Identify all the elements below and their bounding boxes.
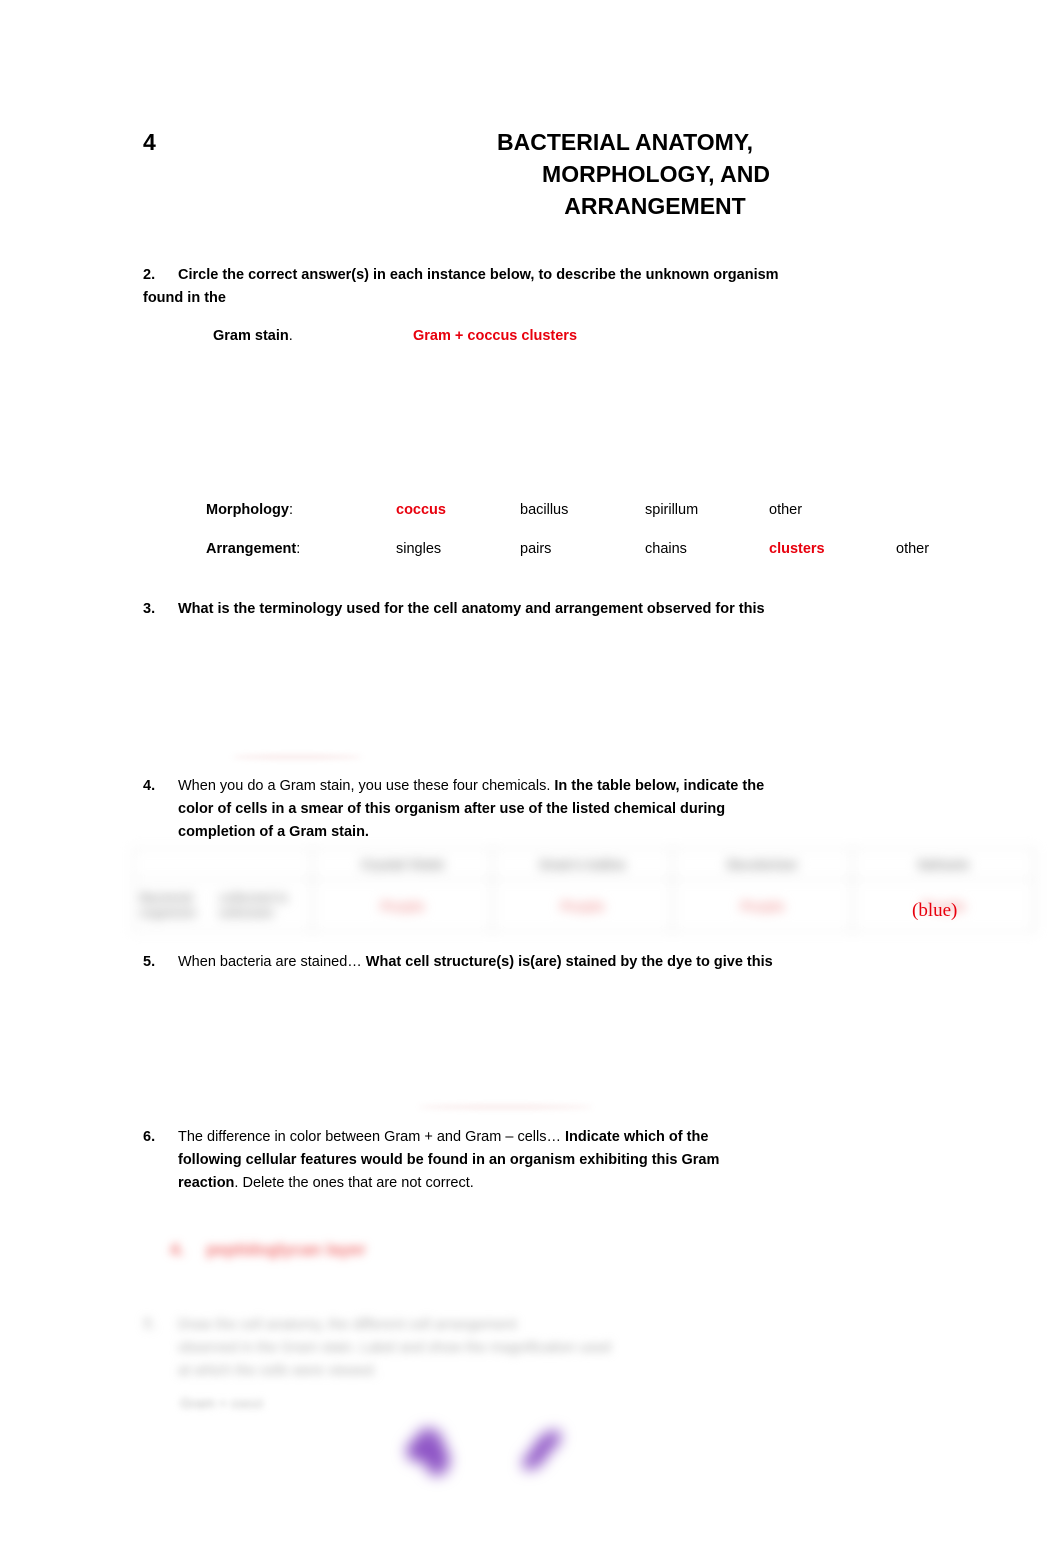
page-title: BACTERIAL ANATOMY, MORPHOLOGY, AND ARRAN… xyxy=(315,126,935,222)
question-4-text-bold-1: In the table below, indicate the xyxy=(554,778,765,794)
cell-cluster-blob-3 xyxy=(406,1440,428,1462)
table-header-spacer xyxy=(1035,848,1058,880)
arrangement-option-other[interactable]: other xyxy=(896,538,929,561)
question-4-text-normal: When you do a Gram stain, you use these … xyxy=(178,778,551,794)
question-6-text-bold-2: following cellular features would be fou… xyxy=(178,1152,720,1168)
arrangement-option-chains[interactable]: chains xyxy=(645,538,687,561)
table-cell-decolorizer: Purple xyxy=(673,880,853,932)
question-5-text-bold: What cell structure(s) is(are) stained b… xyxy=(365,954,773,970)
gram-stain-label-suffix: . xyxy=(288,328,293,344)
arrangement-option-singles[interactable]: singles xyxy=(396,538,441,561)
title-line-2: MORPHOLOGY, AND xyxy=(542,161,770,187)
faint-smudge-above-q4 xyxy=(232,755,362,759)
title-line-1: BACTERIAL ANATOMY, xyxy=(497,129,753,155)
question-7-line2: observed in the Gram stain. Label and sh… xyxy=(178,1340,611,1356)
q6-answer-marker: 4. xyxy=(170,1240,185,1259)
question-5-number: 5. xyxy=(143,954,156,970)
question-4: 4. When you do a Gram stain, you use the… xyxy=(143,775,963,844)
question-7-blurred: 7. Draw the cell anatomy, the different … xyxy=(143,1314,903,1383)
question-6-body: The difference in color between Gram + a… xyxy=(178,1126,903,1195)
question-2-text-line1: Circle the correct answer(s) in each ins… xyxy=(178,267,779,283)
question-4-line3: completion of a Gram stain. xyxy=(178,824,369,840)
arrangement-option-clusters[interactable]: clusters xyxy=(769,538,825,561)
table-header-safranin: Safranin xyxy=(853,848,1035,880)
morphology-row: Morphology: coccus bacillus spirillum ot… xyxy=(206,499,1006,538)
table-cell-crystal-violet: Purple xyxy=(313,880,493,932)
question-5: 5. When bacteria are stained… What cell … xyxy=(143,951,973,974)
gram-stain-label: Gram stain xyxy=(213,328,289,344)
question-7-body: Draw the cell anatomy, the different cel… xyxy=(178,1314,903,1383)
morphology-option-spirillum[interactable]: spirillum xyxy=(645,499,698,522)
question-6-answer-blurred: 4. peptidoglycan layer xyxy=(170,1240,366,1260)
blue-annotation: (blue) xyxy=(912,900,958,921)
table-cell-grams-iodine: Purple xyxy=(493,880,673,932)
morphology-label: Morphology: xyxy=(206,502,293,518)
question-6: 6. The difference in color between Gram … xyxy=(143,1126,903,1195)
question-7-line1: Draw the cell anatomy, the different cel… xyxy=(178,1317,517,1333)
question-3: 3. What is the terminology used for the … xyxy=(143,598,973,621)
question-4-line2: color of cells in a smear of this organi… xyxy=(178,801,726,817)
question-7-line3: at which the cells were viewed. xyxy=(178,1363,378,1379)
question-7-number: 7. xyxy=(143,1317,156,1333)
question-5-body: When bacteria are stained… What cell str… xyxy=(178,951,973,974)
morphology-option-coccus[interactable]: coccus xyxy=(396,499,446,522)
table-header-crystal-violet: Crystal Violet xyxy=(313,848,493,880)
q6-answer-text: peptidoglycan layer xyxy=(206,1240,366,1259)
table-row-label: Bacterial organism collected in unknown xyxy=(133,880,313,932)
arrangement-option-pairs[interactable]: pairs xyxy=(520,538,551,561)
arrangement-row: Arrangement: singles pairs chains cluste… xyxy=(206,538,1006,577)
table-header-decolorizer: Decolorizer xyxy=(673,848,853,880)
question-2-body: Circle the correct answer(s) in each ins… xyxy=(143,264,943,348)
gram-stain-answer: Gram + coccus clusters xyxy=(413,328,578,344)
table-header-blank xyxy=(133,848,313,880)
drawing-caption-blurred: Gram + cocci xyxy=(180,1395,263,1411)
faint-smudge-above-q6 xyxy=(418,1105,593,1109)
question-3-number: 3. xyxy=(143,601,156,617)
table-row-spacer xyxy=(1035,880,1058,932)
document-page: 4 BACTERIAL ANATOMY, MORPHOLOGY, AND ARR… xyxy=(0,0,1062,1556)
question-6-number: 6. xyxy=(143,1129,156,1145)
question-2-text-line2: found in the xyxy=(143,290,226,306)
morphology-option-other[interactable]: other xyxy=(769,499,802,522)
question-5-text-normal: When bacteria are stained… xyxy=(178,954,362,970)
arrangement-label: Arrangement: xyxy=(206,541,301,557)
question-4-body: When you do a Gram stain, you use these … xyxy=(178,775,963,844)
title-line-3: ARRANGEMENT xyxy=(564,193,746,219)
question-4-number: 4. xyxy=(143,778,156,794)
chapter-number: 4 xyxy=(143,129,156,155)
table-header-grams-iodine: Gram's Iodine xyxy=(493,848,673,880)
question-3-text: What is the terminology used for the cel… xyxy=(178,601,765,617)
morphology-option-bacillus[interactable]: bacillus xyxy=(520,499,568,522)
bacterial-cell-illustration xyxy=(398,1418,598,1503)
question-2: 2. Circle the correct answer(s) in each … xyxy=(143,264,943,348)
question-2-number: 2. xyxy=(143,267,156,283)
question-6-text-normal-1: The difference in color between Gram + a… xyxy=(178,1129,561,1145)
question-2-answer-line: Gram stain. Gram + coccus clusters xyxy=(213,325,943,348)
morphology-arrangement-block: Morphology: coccus bacillus spirillum ot… xyxy=(206,499,1006,577)
question-6-text-bold-1: Indicate which of the xyxy=(565,1129,709,1145)
question-6-line3: reaction. Delete the ones that are not c… xyxy=(178,1175,474,1191)
